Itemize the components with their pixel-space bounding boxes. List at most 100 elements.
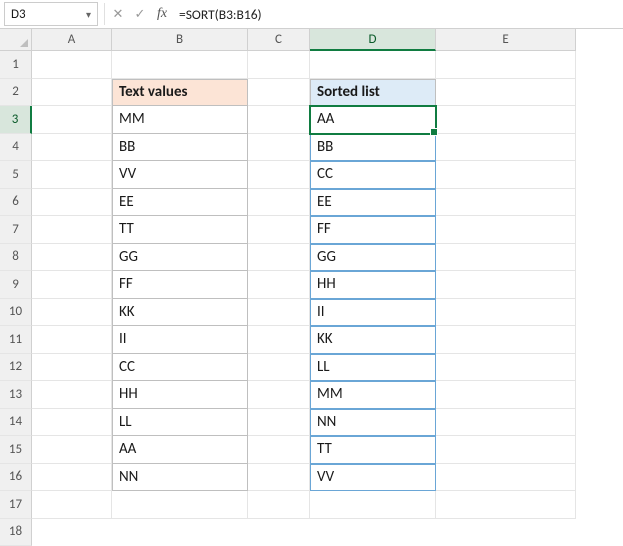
cell-C15[interactable]: [248, 436, 310, 464]
cell-D13[interactable]: MM: [310, 381, 436, 409]
cell-E6[interactable]: [436, 189, 576, 217]
cell-A12[interactable]: [32, 354, 112, 382]
cell-E1[interactable]: [436, 51, 576, 79]
cell-A16[interactable]: [32, 464, 112, 492]
cell-A1[interactable]: [32, 51, 112, 79]
row-header-13[interactable]: 13: [0, 381, 32, 409]
cell-C11[interactable]: [248, 326, 310, 354]
cell-B14[interactable]: LL: [112, 409, 248, 437]
row-header-14[interactable]: 14: [0, 409, 32, 437]
row-header-1[interactable]: 1: [0, 51, 32, 79]
row-header-16[interactable]: 16: [0, 464, 32, 492]
cell-C14[interactable]: [248, 409, 310, 437]
chevron-down-icon[interactable]: ▾: [86, 8, 91, 21]
cell-C4[interactable]: [248, 134, 310, 162]
cell-D1[interactable]: [310, 51, 436, 79]
cell-B15[interactable]: AA: [112, 436, 248, 464]
cell-B12[interactable]: CC: [112, 354, 248, 382]
row-header-7[interactable]: 7: [0, 216, 32, 244]
cell-D6[interactable]: EE: [310, 189, 436, 217]
cell-D2[interactable]: Sorted list: [310, 79, 436, 107]
cell-B4[interactable]: BB: [112, 134, 248, 162]
cell-C3[interactable]: [248, 106, 310, 134]
cell-B6[interactable]: EE: [112, 189, 248, 217]
cell-A7[interactable]: [32, 216, 112, 244]
cell-D16[interactable]: VV: [310, 464, 436, 492]
cell-B7[interactable]: TT: [112, 216, 248, 244]
cell-D12[interactable]: LL: [310, 354, 436, 382]
cell-E8[interactable]: [436, 244, 576, 272]
cell-C1[interactable]: [248, 51, 310, 79]
cell-C6[interactable]: [248, 189, 310, 217]
cell-B13[interactable]: HH: [112, 381, 248, 409]
cell-C10[interactable]: [248, 299, 310, 327]
row-header-9[interactable]: 9: [0, 271, 32, 299]
cell-A2[interactable]: [32, 79, 112, 107]
name-box[interactable]: D3 ▾: [4, 2, 98, 26]
cell-E13[interactable]: [436, 381, 576, 409]
cell-A3[interactable]: [32, 106, 112, 134]
fx-icon[interactable]: fx: [151, 3, 173, 25]
row-header-18[interactable]: 18: [0, 519, 32, 546]
formula-input[interactable]: =SORT(B3:B16): [173, 2, 623, 26]
cell-A10[interactable]: [32, 299, 112, 327]
cell-E11[interactable]: [436, 326, 576, 354]
cell-B9[interactable]: FF: [112, 271, 248, 299]
cell-C16[interactable]: [248, 464, 310, 492]
cell-D8[interactable]: GG: [310, 244, 436, 272]
row-header-4[interactable]: 4: [0, 134, 32, 162]
cell-A15[interactable]: [32, 436, 112, 464]
cell-E4[interactable]: [436, 134, 576, 162]
cell-E15[interactable]: [436, 436, 576, 464]
cell-E2[interactable]: [436, 79, 576, 107]
cell-E12[interactable]: [436, 354, 576, 382]
row-header-17[interactable]: 17: [0, 491, 32, 519]
row-header-8[interactable]: 8: [0, 244, 32, 272]
cell-B11[interactable]: II: [112, 326, 248, 354]
row-header-6[interactable]: 6: [0, 189, 32, 217]
row-header-11[interactable]: 11: [0, 326, 32, 354]
col-header-C[interactable]: C: [248, 29, 310, 51]
cell-E3[interactable]: [436, 106, 576, 134]
cell-A6[interactable]: [32, 189, 112, 217]
cell-D5[interactable]: CC: [310, 161, 436, 189]
cell-C5[interactable]: [248, 161, 310, 189]
cancel-icon[interactable]: ✕: [107, 3, 129, 25]
cell-C13[interactable]: [248, 381, 310, 409]
row-header-10[interactable]: 10: [0, 299, 32, 327]
cell-E14[interactable]: [436, 409, 576, 437]
cell-B10[interactable]: KK: [112, 299, 248, 327]
row-header-15[interactable]: 15: [0, 436, 32, 464]
cell-D7[interactable]: FF: [310, 216, 436, 244]
cell-D9[interactable]: HH: [310, 271, 436, 299]
cell-B1[interactable]: [112, 51, 248, 79]
enter-icon[interactable]: ✓: [129, 3, 151, 25]
cell-E9[interactable]: [436, 271, 576, 299]
col-header-B[interactable]: B: [112, 29, 248, 51]
cell-C12[interactable]: [248, 354, 310, 382]
row-header-2[interactable]: 2: [0, 79, 32, 107]
cell-E5[interactable]: [436, 161, 576, 189]
cell-D14[interactable]: NN: [310, 409, 436, 437]
cell-C9[interactable]: [248, 271, 310, 299]
cell-B2[interactable]: Text values: [112, 79, 248, 107]
cell-C17[interactable]: [248, 491, 310, 519]
cell-D11[interactable]: KK: [310, 326, 436, 354]
col-header-D[interactable]: D: [310, 29, 436, 51]
col-header-E[interactable]: E: [436, 29, 576, 51]
col-header-A[interactable]: A: [32, 29, 112, 51]
cell-A8[interactable]: [32, 244, 112, 272]
cell-C7[interactable]: [248, 216, 310, 244]
cell-C8[interactable]: [248, 244, 310, 272]
row-header-5[interactable]: 5: [0, 161, 32, 189]
cell-E7[interactable]: [436, 216, 576, 244]
cell-D4[interactable]: BB: [310, 134, 436, 162]
cell-E16[interactable]: [436, 464, 576, 492]
cell-D15[interactable]: TT: [310, 436, 436, 464]
row-header-12[interactable]: 12: [0, 354, 32, 382]
select-all-corner[interactable]: [0, 29, 32, 51]
cell-E17[interactable]: [436, 491, 576, 519]
cell-A9[interactable]: [32, 271, 112, 299]
cell-C2[interactable]: [248, 79, 310, 107]
cell-A14[interactable]: [32, 409, 112, 437]
